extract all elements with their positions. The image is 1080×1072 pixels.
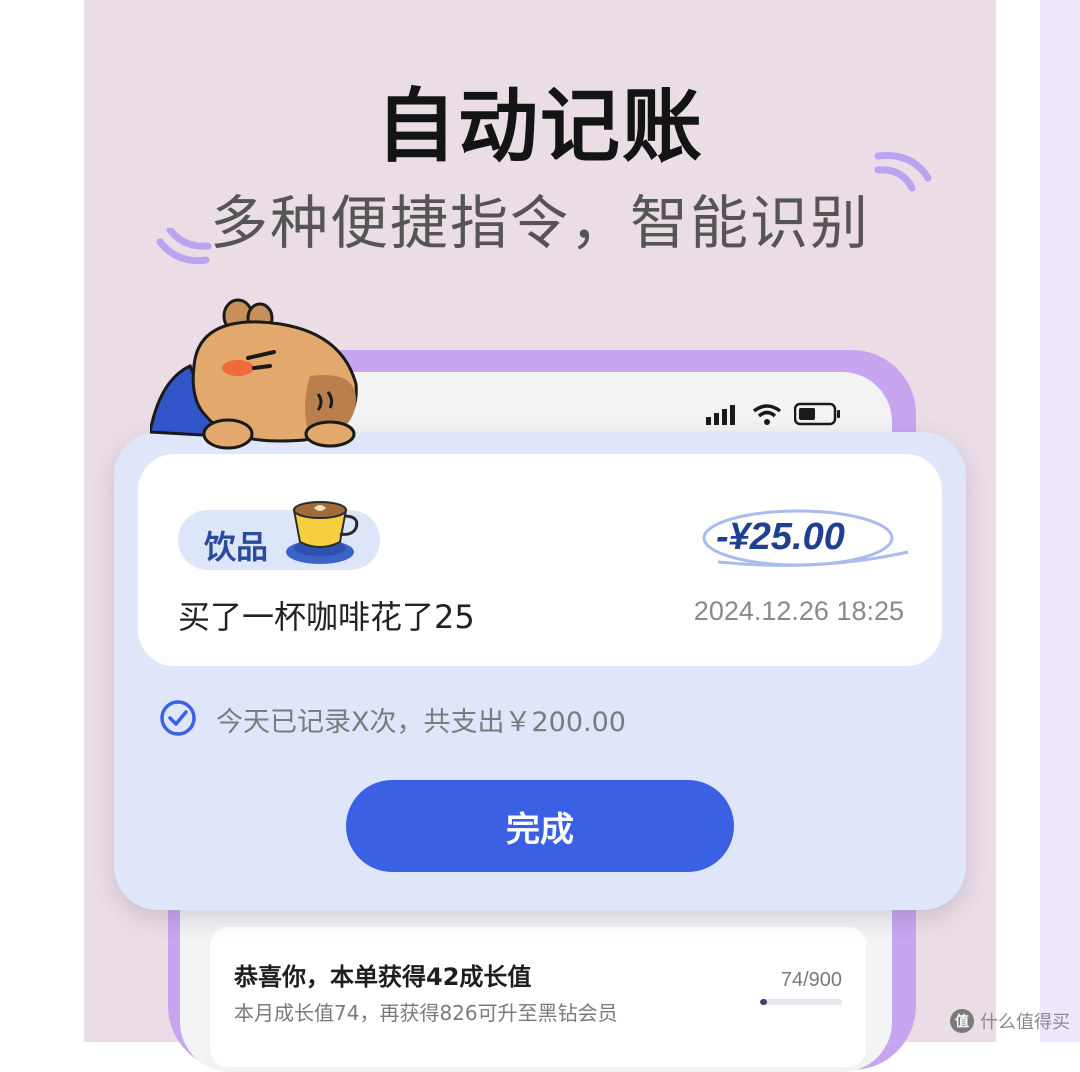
record-result-card: 饮品 -¥25.00 买了一杯咖啡花了25 2024.12.26 18:25 今… (114, 432, 966, 910)
record-description: 买了一杯咖啡花了25 (178, 598, 475, 636)
done-button[interactable]: 完成 (346, 780, 734, 872)
battery-icon (794, 402, 840, 426)
watermark: 值 什么值得买 (950, 1008, 1070, 1034)
category-label: 饮品 (204, 528, 269, 566)
voice-wave-left-icon (156, 228, 212, 265)
voice-wave-right-icon (874, 151, 932, 192)
check-circle-icon (160, 700, 196, 736)
record-card[interactable]: 饮品 -¥25.00 买了一杯咖啡花了25 2024.12.26 18:25 (138, 454, 942, 666)
watermark-badge: 值 (950, 1009, 974, 1033)
capybara-mascot-icon (150, 298, 358, 450)
page-title: 自动记账 (376, 80, 704, 173)
status-bar (706, 402, 842, 426)
category-chip[interactable]: 饮品 (178, 501, 380, 570)
coffee-cup-icon (286, 501, 359, 564)
growth-progress-text: 74/900 (780, 969, 842, 991)
daily-summary: 今天已记录X次，共支出￥200.00 (216, 707, 626, 738)
signal-icon (706, 405, 735, 425)
growth-progress-bar (760, 999, 842, 1005)
growth-subtitle: 本月成长值74，再获得826可升至黑钻会员 (234, 1001, 618, 1025)
watermark-text: 什么值得买 (980, 1012, 1070, 1033)
growth-progress-fill (760, 999, 767, 1005)
growth-title: 恭喜你，本单获得42成长值 (234, 963, 532, 991)
amount-display: -¥25.00 (698, 506, 909, 576)
growth-card: 恭喜你，本单获得42成长值 本月成长值74，再获得826可升至黑钻会员 74/9… (210, 927, 866, 1067)
next-panel-edge (1040, 0, 1080, 1042)
amount-text: -¥25.00 (716, 516, 845, 558)
record-datetime: 2024.12.26 18:25 (693, 596, 904, 626)
wifi-icon (752, 404, 782, 425)
